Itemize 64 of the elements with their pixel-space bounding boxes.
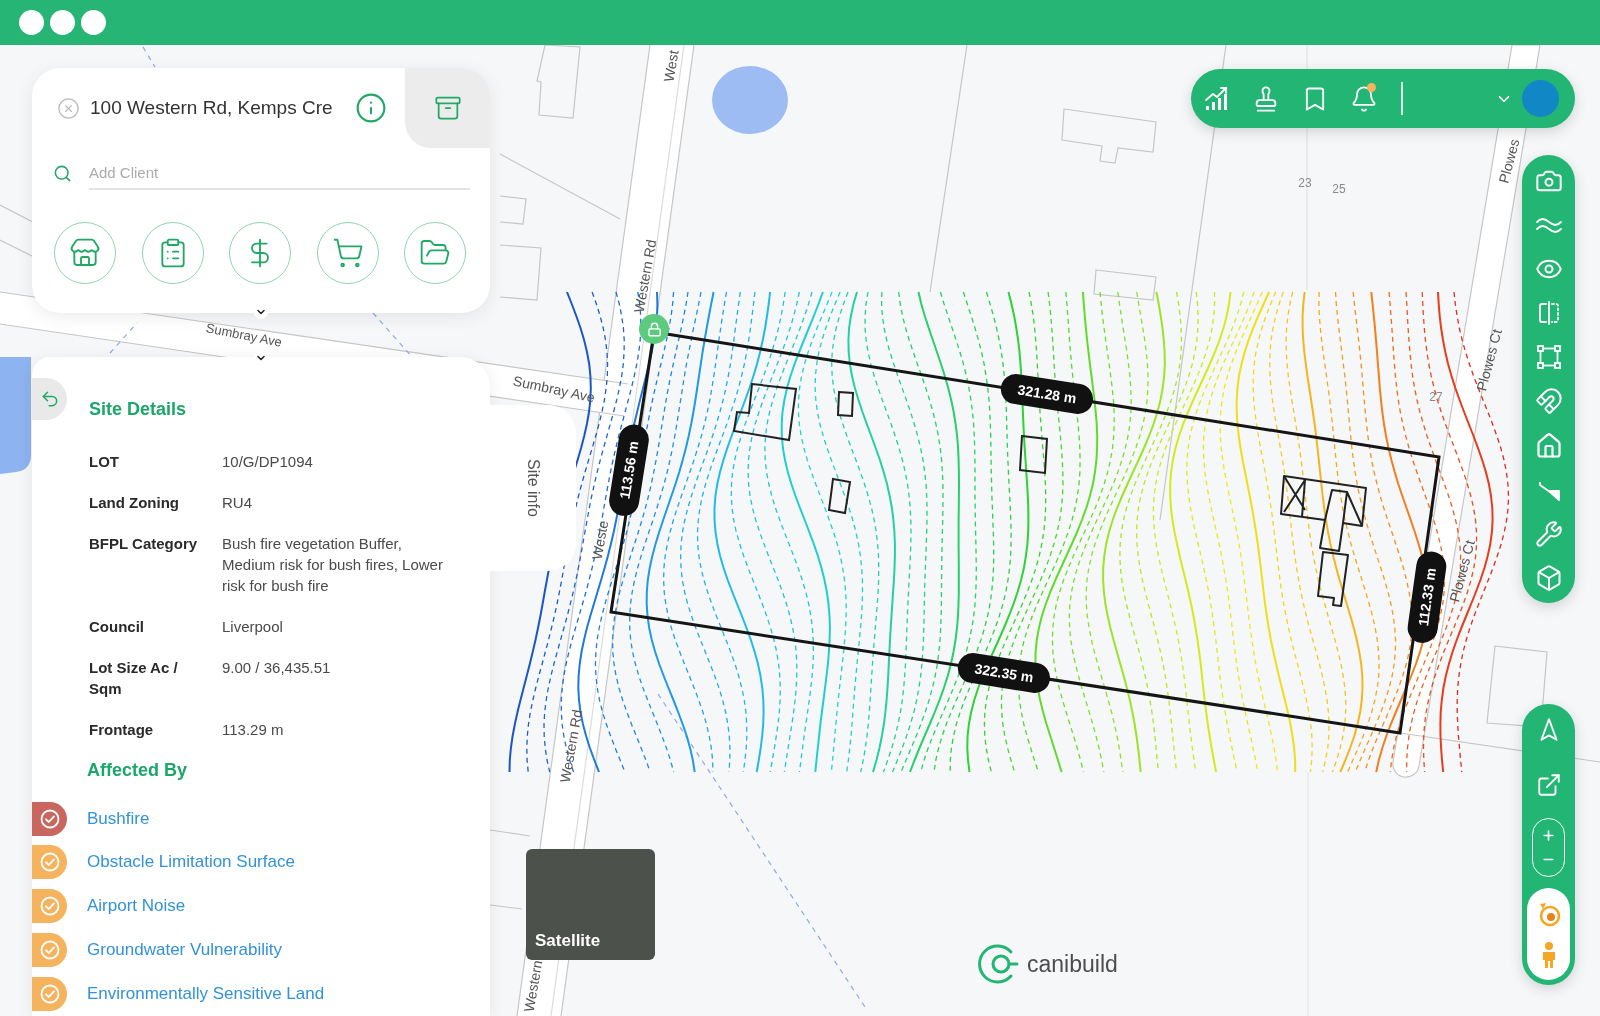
street-label: Western (520, 959, 546, 1013)
field-value: 10/G/DP1094 (222, 451, 314, 472)
field-value: Liverpool (222, 616, 284, 637)
field-label: Council (89, 616, 145, 637)
address-field[interactable]: 100 Western Rd, Kemps Cre (90, 95, 346, 121)
section-title: Affected By (87, 759, 189, 782)
cart-icon (331, 237, 364, 269)
external-link-icon[interactable] (1535, 772, 1562, 798)
affected-link[interactable]: Groundwater Vulnerability (87, 938, 282, 961)
field-value: 9.00 / 36,435.51 (222, 657, 332, 678)
field-value: RU4 (222, 492, 253, 513)
street-label: Plowes Ct (1473, 327, 1505, 393)
window-control-icon[interactable] (81, 10, 106, 35)
plus-icon[interactable] (1541, 828, 1556, 843)
window-control-icon[interactable] (19, 10, 44, 35)
affected-link[interactable]: Environmentally Sensitive Land (87, 982, 325, 1005)
house-number-label: 23 (1298, 176, 1312, 190)
magnet-icon[interactable] (1534, 387, 1563, 416)
wrench-icon[interactable] (1534, 519, 1563, 548)
building-outline (1018, 434, 1049, 475)
info-icon[interactable] (355, 92, 387, 124)
street-label: Plowes Ct (1446, 538, 1478, 604)
field-label: Frontage (89, 719, 155, 740)
selection-square-icon[interactable] (1534, 343, 1563, 372)
lock-marker-icon[interactable] (639, 314, 669, 344)
archive-icon (433, 94, 462, 122)
affected-link[interactable]: Bushfire (87, 807, 150, 830)
site-info-tab[interactable]: Site info (489, 405, 576, 571)
street-label: Western Rd (630, 238, 660, 314)
street-label: West (660, 49, 682, 83)
street-label: Weste (588, 519, 612, 561)
dimension-label: 321.28 m (998, 371, 1096, 417)
street-label: Western Rd (556, 708, 586, 784)
field-label: LOT (89, 451, 120, 472)
street-label: Sumbray Ave (511, 372, 597, 406)
store-icon (69, 237, 101, 269)
client-search-field[interactable]: Add Client (89, 157, 470, 190)
section-title: Site Details (89, 398, 187, 421)
brand-name: canibuild (1027, 950, 1118, 978)
house-number-label: 25 (1332, 182, 1346, 196)
bell-icon[interactable] (1350, 84, 1378, 113)
affected-link[interactable]: Airport Noise (87, 895, 186, 917)
street-label: Plowes (1495, 137, 1523, 185)
dimension-label: 322.35 m (955, 650, 1053, 696)
house-number-label: 27 (1429, 390, 1443, 404)
building-outline (827, 477, 852, 515)
satellite-button[interactable]: Satellite (526, 849, 655, 960)
window-control-icon[interactable] (50, 10, 75, 35)
field-label: Lot Size Ac / Sqm (89, 657, 179, 699)
affected-link[interactable]: Obstacle Limitation Surface (87, 851, 295, 874)
user-avatar[interactable] (1522, 80, 1559, 117)
back-button[interactable] (32, 378, 67, 420)
logo-icon (975, 942, 1019, 986)
building-outline (732, 382, 798, 442)
field-value: 113.29 m (222, 719, 285, 740)
archive-tab[interactable] (405, 68, 490, 148)
field-label: BFPL Category (89, 533, 199, 554)
field-value: Bush fire vegetation Buffer, Medium risk for bush fires, Lower risk for bush fire (222, 533, 444, 596)
house-icon[interactable] (1534, 431, 1563, 460)
clear-icon[interactable] (57, 96, 80, 120)
search-icon (53, 164, 72, 183)
building-outline (836, 390, 855, 418)
street-label: Sumbray Ave (204, 320, 284, 350)
field-label: Land Zoning (89, 492, 180, 513)
